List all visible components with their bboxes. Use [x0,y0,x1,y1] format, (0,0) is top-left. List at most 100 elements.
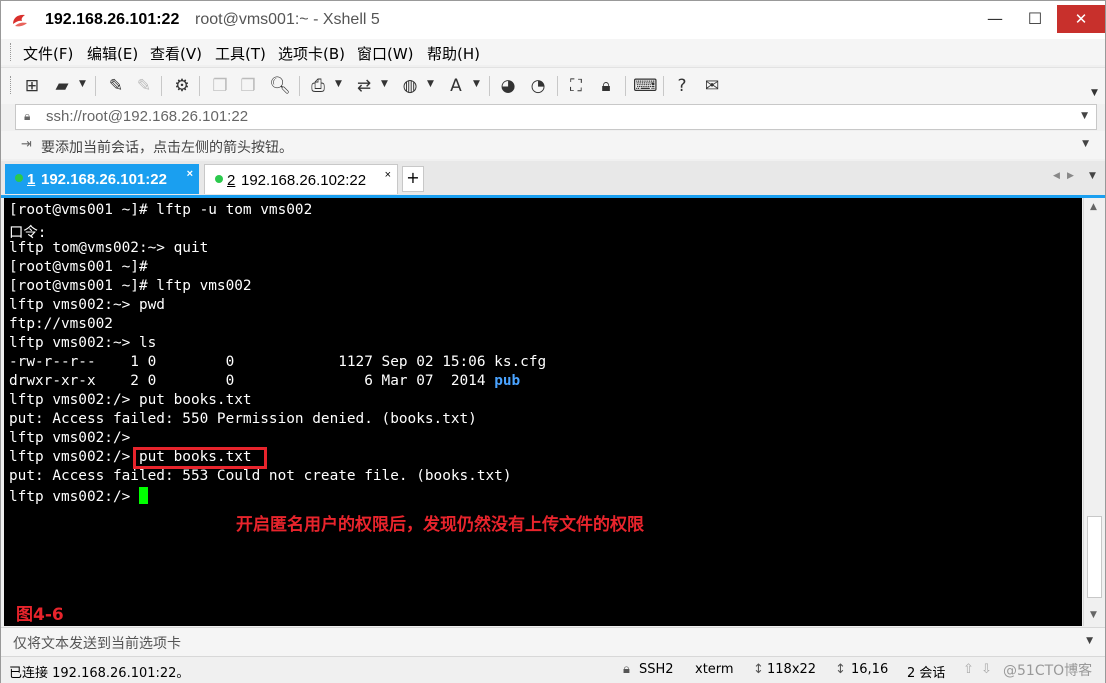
close-button[interactable]: ✕ [1057,5,1105,33]
toolbar-separator [489,76,490,96]
fullscreen-icon[interactable]: ⛶ [565,75,587,97]
add-tab-button[interactable]: + [402,166,424,192]
globe-icon[interactable]: ◍ [399,75,421,97]
terminal-line: put: Access failed: 550 Permission denie… [9,411,477,427]
chat-icon[interactable]: ✉ [701,75,723,97]
toolbar-separator [299,76,300,96]
copy-icon[interactable]: ❐ [209,75,231,97]
status-bar: 已连接 192.168.26.101:22。 🔒︎ SSH2 xterm ↕ 1… [1,656,1105,683]
chevron-down-icon[interactable]: ▼ [1081,111,1088,121]
scroll-thumb[interactable] [1087,516,1102,598]
lock-icon: 🔒︎ [24,109,31,123]
find-icon[interactable]: 🔍︎ [269,75,291,97]
chevron-down-icon[interactable]: ▼ [1086,636,1093,646]
resize-icon: ↕ [753,662,764,677]
tab-bar: 1 192.168.26.101:22 × 2 192.168.26.102:2… [1,161,1105,198]
toolbar-separator [557,76,558,96]
tab-session-2[interactable]: 2 192.168.26.102:22 × [204,164,398,194]
tab-close-icon[interactable]: × [187,168,193,180]
cursor-position-icon: ↕ [835,662,846,677]
open-dropdown-icon[interactable]: ▼ [79,79,86,89]
toolbar-overflow-icon[interactable]: ▼ [1091,88,1098,98]
tab-number: 2 [227,172,236,189]
terminal-line: -rw-r--r-- 1 0 0 1127 Sep 02 15:06 ks.cf… [9,354,547,370]
transfer-icon[interactable]: ⇄ [353,75,375,97]
terminal-type: xterm [695,662,734,677]
xshell-window: 192.168.26.101:22 root@vms001:~ - Xshell… [0,0,1106,683]
terminal-line: ftp://vms002 [9,316,113,332]
terminal[interactable]: [root@vms001 ~]# lftp -u tom vms002 口令: … [4,198,1082,626]
toolbar-separator [625,76,626,96]
xshell-logo-icon [13,14,27,27]
cursor-position: 16,16 [851,662,889,677]
terminal-size: 118x22 [767,662,817,677]
compose-placeholder: 仅将文本发送到当前选项卡 [13,636,181,652]
menu-file[interactable]: 文件(F) [23,43,73,64]
menu-view[interactable]: 查看(V) [150,43,202,64]
address-bar[interactable]: 🔒︎ ssh://root@192.168.26.101:22 ▼ [15,104,1097,130]
tab-close-icon[interactable]: × [385,169,391,181]
menu-bar: 文件(F) 编辑(E) 查看(V) 工具(T) 选项卡(B) 窗口(W) 帮助(… [1,39,1105,65]
paste-icon[interactable]: ❐ [237,75,259,97]
menu-grip [10,43,14,61]
maximize-button[interactable]: ☐ [1015,5,1055,33]
chevron-down-icon[interactable]: ▼ [1082,139,1089,149]
vertical-scrollbar[interactable]: ▲ ▼ [1083,198,1104,626]
properties-icon[interactable]: ⚙ [171,75,193,97]
toolbar-separator [95,76,96,96]
highlight-box [133,447,267,469]
terminal-line: put: Access failed: 553 Could not create… [9,468,512,484]
menu-help[interactable]: 帮助(H) [427,43,480,64]
tab-list-icon[interactable]: ▼ [1089,171,1096,181]
toolbar-grip [10,76,14,94]
menu-tabs[interactable]: 选项卡(B) [278,43,345,64]
terminal-line: lftp tom@vms002:~> quit [9,240,209,256]
directory-name: pub [494,373,521,389]
listing-text: drwxr-xr-x 2 0 0 6 Mar 07 2014 [9,373,495,389]
minimize-button[interactable]: — [975,5,1015,33]
open-folder-icon[interactable]: ▰ [51,75,73,97]
tab-session-1[interactable]: 1 192.168.26.101:22 × [5,164,199,194]
tab-label: 192.168.26.102:22 [241,172,367,189]
annotation-text: 开启匿名用户的权限后，发现仍然没有上传文件的权限 [236,515,644,535]
toolbar: ⊞ ▰ ▼ ✎ ✎ ⚙ ❐ ❐ 🔍︎ ⎙ ▼ ⇄ ▼ ◍ ▼ A ▼ ◕ ◔ ⛶… [1,67,1105,104]
menu-tools[interactable]: 工具(T) [215,43,266,64]
menu-window[interactable]: 窗口(W) [357,43,414,64]
session-hint-text: 要添加当前会话，点击左侧的箭头按钮。 [41,140,293,156]
session-count: 2 会话 [907,666,946,681]
keyboard-icon[interactable]: ⌨ [633,75,658,97]
lock-icon[interactable]: 🔒︎ [595,75,617,97]
globe-dropdown-icon[interactable]: ▼ [427,79,434,89]
terminal-line: lftp vms002:/> put books.txt [9,392,252,408]
arrow-up-icon: ⇧ [963,662,974,677]
font-dropdown-icon[interactable]: ▼ [473,79,480,89]
print-icon[interactable]: ⎙ [307,75,329,97]
terminal-line: [root@vms001 ~]# lftp -u tom vms002 [9,202,313,218]
toolbar-separator [161,76,162,96]
help-icon[interactable]: ? [671,75,693,97]
print-dropdown-icon[interactable]: ▼ [335,79,342,89]
scroll-up-icon[interactable]: ▲ [1090,202,1097,212]
terminal-line: 口令: [9,225,47,241]
transfer-dropdown-icon[interactable]: ▼ [381,79,388,89]
scroll-down-icon[interactable]: ▼ [1090,610,1097,620]
terminal-cursor [138,487,148,504]
tab-prev-icon[interactable]: ◀ [1053,171,1060,181]
font-icon[interactable]: A [445,75,467,97]
xftp-open-icon[interactable]: ◔ [527,75,549,97]
terminal-line: lftp vms002:~> pwd [9,297,165,313]
new-session-icon[interactable]: ⊞ [21,75,43,97]
terminal-line: lftp vms002:~> ls [9,335,157,351]
toolbar-separator [199,76,200,96]
session-hint-bar: ⇥ 要添加当前会话，点击左侧的箭头按钮。 ▼ [1,131,1105,159]
reconnect-icon[interactable]: ✎ [105,75,127,97]
arrow-button-icon[interactable]: ⇥ [21,137,32,152]
tab-next-icon[interactable]: ▶ [1067,171,1074,181]
connected-status-icon [15,174,23,182]
tab-number: 1 [27,171,36,188]
window-title: root@vms001:~ - Xshell 5 [195,11,380,28]
compose-bar[interactable]: 仅将文本发送到当前选项卡 ▼ [1,627,1105,656]
disconnect-icon[interactable]: ✎ [133,75,155,97]
xftp-icon[interactable]: ◕ [497,75,519,97]
menu-edit[interactable]: 编辑(E) [87,43,138,64]
